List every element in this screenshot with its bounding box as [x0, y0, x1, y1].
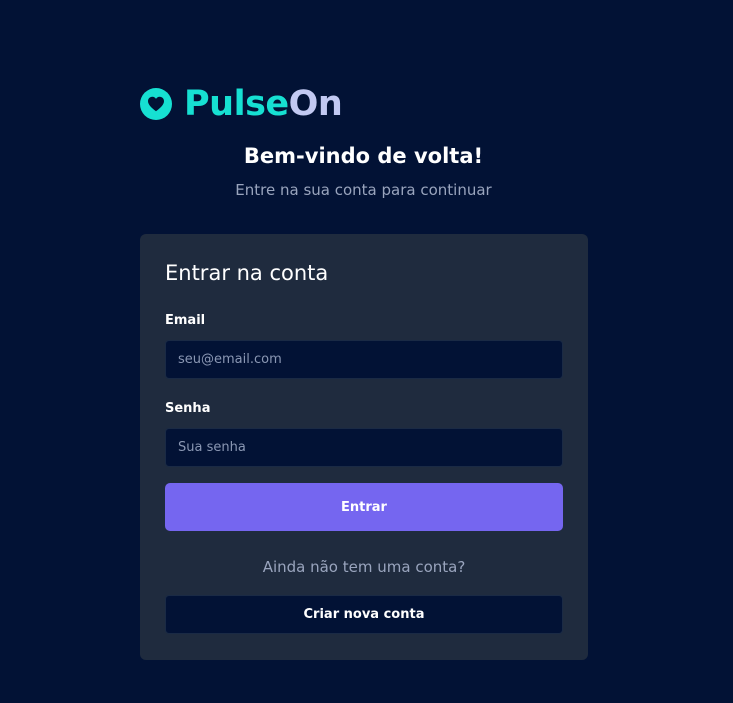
password-label: Senha	[165, 401, 211, 416]
brand-name: PulseOn	[184, 84, 343, 124]
login-card: Entrar na conta Email Senha Entrar Ainda…	[140, 234, 588, 660]
email-label: Email	[165, 313, 206, 328]
brand-logo: PulseOn	[140, 84, 343, 124]
signup-prompt: Ainda não tem uma conta?	[262, 558, 466, 576]
brand-name-part2: On	[288, 84, 343, 124]
email-input[interactable]	[165, 340, 563, 379]
welcome-subtitle: Entre na sua conta para continuar	[235, 181, 492, 199]
login-page: PulseOn Bem-vindo de volta! Entre na sua…	[0, 0, 733, 703]
password-input[interactable]	[165, 428, 563, 467]
login-button[interactable]: Entrar	[165, 483, 563, 531]
heart-icon	[140, 88, 172, 120]
welcome-heading: Bem-vindo de volta!	[243, 144, 484, 168]
create-account-button[interactable]: Criar nova conta	[165, 595, 563, 634]
card-title: Entrar na conta	[165, 261, 329, 285]
brand-name-part1: Pulse	[184, 84, 289, 124]
